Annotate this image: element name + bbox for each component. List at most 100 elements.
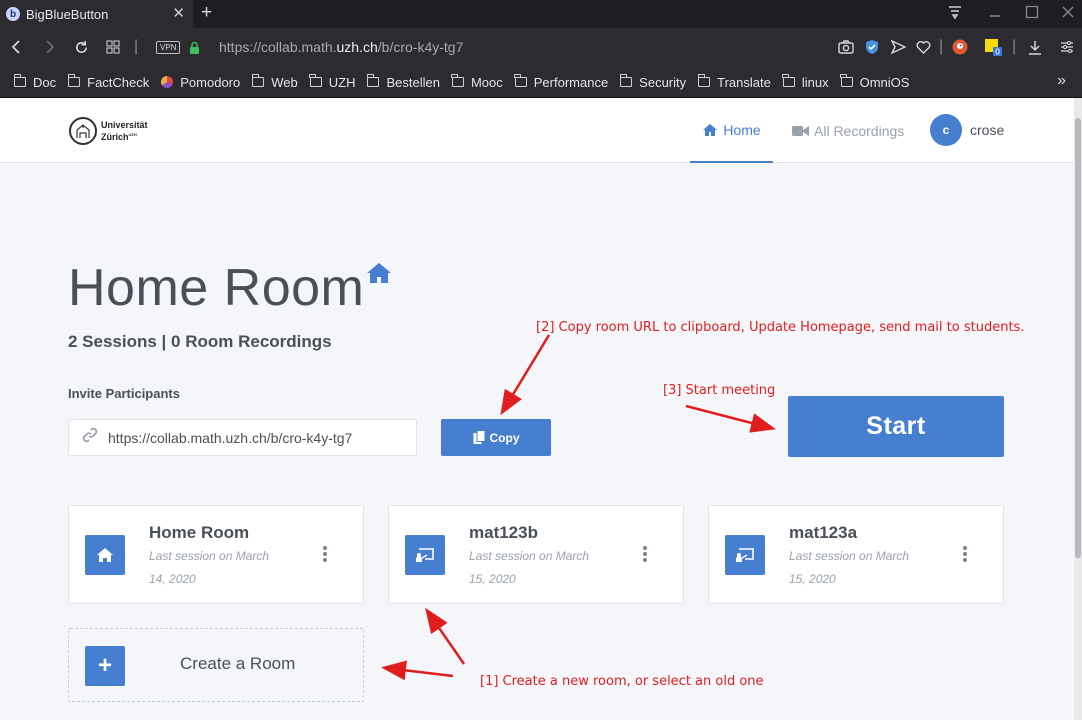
page-scrollbar[interactable]	[1074, 98, 1082, 720]
back-icon[interactable]	[11, 28, 23, 66]
bookmark-label: Performance	[533, 74, 609, 90]
bookmark-performance[interactable]: Performance	[514, 74, 609, 90]
minimize-icon[interactable]	[988, 4, 1002, 23]
room-name: mat123b	[469, 523, 538, 542]
room-card[interactable]: mat123a Last session on March 15, 2020	[708, 505, 1004, 604]
folder-icon	[697, 74, 711, 87]
create-room-button[interactable]: + Create a Room	[68, 628, 364, 702]
create-room-label: Create a Room	[180, 654, 296, 673]
bookmark-doc[interactable]: Doc	[13, 74, 56, 90]
bookmark-security[interactable]: Security	[619, 74, 686, 90]
browser-tab[interactable]: b BigBlueButton ✕	[0, 0, 193, 28]
home-icon	[703, 123, 718, 136]
separator: |	[1012, 38, 1017, 55]
bookmark-uzh[interactable]: UZH	[309, 74, 356, 90]
bookmark-label: FactCheck	[87, 74, 150, 90]
folder-icon	[13, 74, 26, 87]
room-card[interactable]: Home Room Last session on March 14, 2020	[68, 505, 364, 604]
folder-icon	[514, 74, 527, 87]
tab-title: BigBlueButton	[26, 6, 109, 22]
more-vertical-icon[interactable]	[322, 546, 328, 564]
nav-home-link[interactable]: Home	[690, 98, 773, 163]
presentation-icon	[725, 535, 765, 575]
maximize-icon[interactable]	[1025, 4, 1039, 23]
pomodoro-icon	[161, 76, 174, 88]
tab-menu-icon[interactable]	[947, 4, 963, 23]
address-bar[interactable]: https://collab.math. uzh.ch/b/cro-k4y-tg7	[219, 28, 463, 66]
bookmark-label: OmniOS	[859, 74, 910, 90]
room-name: mat123a	[789, 523, 858, 542]
bookmark-pomodoro[interactable]: Pomodoro	[161, 75, 240, 90]
video-camera-icon	[792, 125, 809, 136]
bookmark-label: Bestellen	[386, 74, 440, 90]
bookmarks-bar: Doc FactCheck Pomodoro Web UZH Bestellen Mooc P…	[0, 66, 1082, 98]
close-window-icon[interactable]	[1061, 4, 1075, 23]
vpn-badge[interactable]: VPN	[156, 28, 181, 66]
settings-icon[interactable]	[1060, 28, 1074, 66]
nav-recordings-link[interactable]: All Recordings	[792, 98, 904, 163]
download-icon[interactable]	[1028, 28, 1042, 66]
uzh-logo[interactable]: Universität ZürichUZH	[69, 117, 148, 145]
nav-recordings-label: All Recordings	[814, 122, 905, 139]
arrow-to-copy	[500, 334, 551, 416]
bookmark-label: Pomodoro	[180, 74, 241, 90]
room-stats: 2 Sessions | 0 Room Recordings	[68, 332, 332, 351]
copy-icon	[473, 430, 485, 444]
chevron-double-right-icon[interactable]: »	[1057, 72, 1066, 90]
bookmark-translate[interactable]: Translate	[697, 74, 771, 90]
link-icon	[82, 427, 98, 448]
bookmark-factcheck[interactable]: FactCheck	[67, 74, 150, 90]
bookmark-omnios[interactable]: OmniOS	[840, 74, 910, 90]
bookmark-label: UZH	[328, 74, 356, 90]
folder-icon	[782, 74, 795, 87]
copy-button[interactable]: Copy	[441, 419, 551, 456]
room-last-session: Last session on March 15, 2020	[789, 549, 910, 586]
invite-url-field[interactable]	[68, 419, 417, 456]
bookmark-web[interactable]: Web	[251, 74, 298, 90]
bookmark-label: linux	[801, 74, 829, 90]
username[interactable]: crose	[970, 122, 1004, 138]
url-prefix: https://collab.math.	[219, 39, 337, 55]
snapshot-icon[interactable]	[838, 28, 854, 66]
annotation-step2: [2] Copy room URL to clipboard, Update H…	[536, 320, 1025, 335]
page-title: Home Room	[68, 259, 365, 317]
reload-icon[interactable]	[74, 28, 89, 66]
room-card[interactable]: mat123b Last session on March 15, 2020	[388, 505, 684, 604]
forward-icon[interactable]	[43, 28, 55, 66]
annotation-step1: [1] Create a new room, or select an old …	[480, 674, 764, 689]
bookmark-bestellen[interactable]: Bestellen	[366, 74, 440, 90]
shield-icon[interactable]	[865, 28, 879, 66]
url-path: /b/cro-k4y-tg7	[377, 39, 464, 55]
heart-icon[interactable]	[916, 28, 931, 66]
room-last-session: Last session on March 14, 2020	[149, 549, 270, 586]
close-tab-icon[interactable]: ✕	[172, 4, 185, 22]
more-vertical-icon[interactable]	[962, 546, 968, 564]
bookmark-linux[interactable]: linux	[782, 74, 829, 90]
folder-icon	[366, 74, 380, 87]
folder-icon	[251, 74, 265, 87]
bookmark-label: Web	[271, 74, 298, 90]
more-vertical-icon[interactable]	[642, 546, 648, 564]
invite-url-input[interactable]	[108, 429, 398, 446]
new-tab-icon[interactable]: +	[201, 2, 212, 24]
send-icon[interactable]	[891, 28, 906, 66]
lock-icon[interactable]	[189, 28, 200, 66]
bookmark-mooc[interactable]: Mooc	[451, 74, 503, 90]
home-icon	[366, 262, 392, 289]
uzh-seal-icon	[69, 117, 97, 145]
separator: |	[134, 38, 139, 55]
arrow-to-create	[381, 660, 454, 681]
notes-extension-icon[interactable]: 0	[984, 28, 1002, 66]
start-button[interactable]: Start	[788, 396, 1004, 457]
plus-icon: +	[85, 646, 125, 686]
speed-dial-icon[interactable]	[106, 28, 120, 66]
room-last-session: Last session on March 15, 2020	[469, 549, 590, 586]
site-header: Universität ZürichUZH Home All Recording…	[0, 98, 1074, 163]
bookmarks-list: Doc FactCheck Pomodoro Web UZH Bestellen Mooc P…	[13, 66, 921, 98]
logo-sup: UZH	[128, 132, 137, 137]
scrollbar-thumb[interactable]	[1075, 118, 1081, 558]
browser-nav-bar: | VPN https://collab.math. uzh.ch/b/cro-k…	[0, 28, 1082, 66]
avatar[interactable]: c	[930, 114, 962, 146]
duckduckgo-icon[interactable]	[952, 28, 968, 66]
browser-tab-bar: b BigBlueButton ✕ +	[0, 0, 1082, 28]
